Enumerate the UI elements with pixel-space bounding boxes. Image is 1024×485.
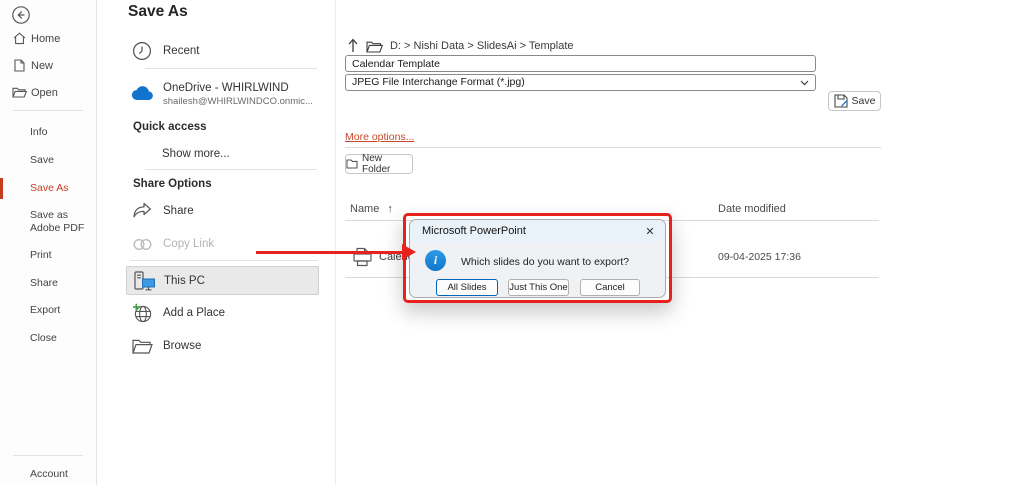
share-icon	[132, 202, 152, 220]
divider	[145, 68, 317, 69]
save-as-places-panel: Save As Recent OneDrive - WHIRLWIND shai…	[97, 0, 336, 485]
place-item-browse[interactable]: Browse	[163, 339, 201, 353]
save-button[interactable]: Save	[828, 91, 881, 111]
onedrive-icon	[131, 86, 154, 101]
browse-folder-icon	[132, 339, 153, 354]
sort-ascending-icon: ↑	[387, 203, 393, 215]
place-item-this-pc[interactable]: This PC	[126, 266, 319, 295]
chevron-down-icon	[800, 80, 809, 86]
close-icon[interactable]: ✕	[639, 220, 661, 242]
back-icon	[11, 5, 31, 25]
info-icon: i	[425, 250, 446, 271]
divider	[130, 260, 318, 261]
file-icon	[351, 246, 374, 269]
breadcrumb-folder-icon	[366, 41, 383, 53]
backstage-left-rail: Home New Open Info Save Save As Save as …	[0, 0, 97, 485]
selected-indicator	[0, 178, 3, 199]
dialog-message: Which slides do you want to export?	[461, 256, 629, 268]
divider	[345, 147, 881, 148]
filetype-select[interactable]: JPEG File Interchange Format (*.jpg)	[345, 74, 816, 91]
sidebar-item-open[interactable]: Open	[31, 85, 58, 101]
file-date-cell: 09-04-2025 17:36	[718, 251, 801, 263]
home-icon	[13, 32, 26, 45]
save-button-label: Save	[852, 95, 876, 107]
share-options-header: Share Options	[133, 177, 212, 191]
place-item-onedrive[interactable]: OneDrive - WHIRLWIND	[163, 81, 289, 95]
sidebar-item-save[interactable]: Save	[30, 152, 54, 168]
divider	[13, 455, 83, 456]
place-item-copy-link: Copy Link	[163, 237, 214, 251]
sidebar-item-info[interactable]: Info	[30, 124, 48, 140]
dialog-titlebar: Microsoft PowerPoint ✕	[410, 220, 665, 242]
this-pc-label: This PC	[164, 274, 205, 288]
clock-icon	[132, 41, 152, 61]
show-more-link[interactable]: Show more...	[162, 147, 230, 161]
place-item-share[interactable]: Share	[163, 204, 194, 218]
sidebar-item-save-as[interactable]: Save As	[30, 180, 69, 196]
up-directory-icon[interactable]	[347, 38, 359, 53]
sidebar-item-home[interactable]: Home	[31, 31, 60, 47]
divider	[145, 169, 317, 170]
add-place-globe-icon	[132, 303, 153, 324]
breadcrumb[interactable]: D: > Nishi Data > SlidesAi > Template	[390, 40, 574, 52]
sidebar-item-export[interactable]: Export	[30, 302, 60, 318]
back-button[interactable]	[11, 5, 31, 25]
just-this-one-button[interactable]: Just This One	[508, 279, 569, 296]
sidebar-item-new[interactable]: New	[31, 58, 53, 74]
date-modified-column-header[interactable]: Date modified	[718, 203, 786, 215]
export-slides-dialog: Microsoft PowerPoint ✕ i Which slides do…	[409, 219, 666, 298]
sidebar-item-account[interactable]: Account	[30, 466, 68, 482]
onedrive-account-email: shailesh@WHIRLWINDCO.onmic...	[163, 96, 313, 108]
quick-access-header: Quick access	[133, 120, 207, 134]
name-header-label: Name	[350, 203, 379, 215]
sidebar-item-share[interactable]: Share	[30, 275, 58, 291]
new-folder-icon	[346, 159, 358, 169]
more-options-link[interactable]: More options...	[345, 131, 414, 143]
new-document-icon	[14, 59, 25, 72]
filename-input[interactable]	[345, 55, 816, 72]
save-floppy-icon	[834, 94, 848, 108]
sidebar-item-save-as-adobe-pdf[interactable]: Save as Adobe PDF	[30, 209, 92, 235]
place-item-add-a-place[interactable]: Add a Place	[163, 306, 225, 320]
place-item-recent[interactable]: Recent	[163, 44, 199, 58]
name-column-header[interactable]: Name ↑	[350, 203, 393, 215]
divider	[13, 110, 83, 111]
this-pc-icon	[133, 271, 156, 292]
cancel-button[interactable]: Cancel	[580, 279, 640, 296]
sidebar-item-close[interactable]: Close	[30, 330, 57, 346]
new-folder-label: New Folder	[362, 153, 412, 175]
sidebar-item-print[interactable]: Print	[30, 247, 52, 263]
dialog-title: Microsoft PowerPoint	[422, 220, 526, 242]
new-folder-button[interactable]: New Folder	[345, 154, 413, 174]
filetype-value: JPEG File Interchange Format (*.jpg)	[352, 75, 525, 90]
page-title: Save As	[128, 3, 188, 21]
open-folder-icon	[12, 87, 27, 98]
all-slides-button[interactable]: All Slides	[436, 279, 498, 296]
link-icon	[132, 238, 153, 251]
